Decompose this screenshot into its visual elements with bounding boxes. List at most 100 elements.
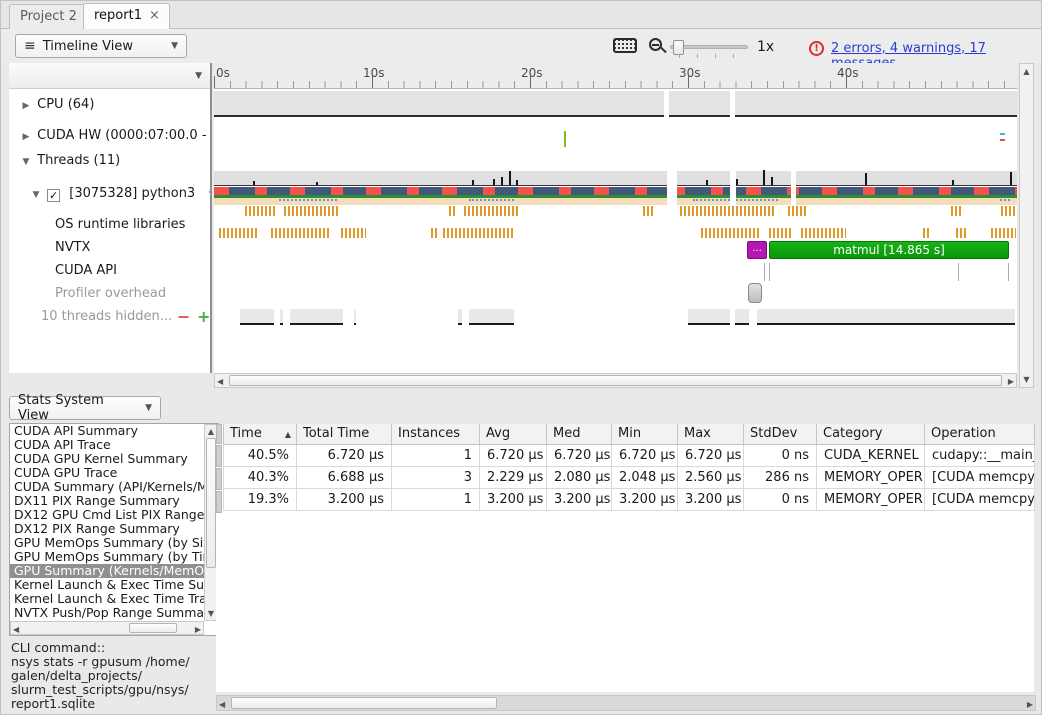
list-item[interactable]: CUDA API Summary [10, 424, 204, 438]
timeline-canvas[interactable]: 0s 10s 20s 30s 40s [214, 63, 1017, 373]
scroll-up-icon[interactable]: ▲ [1020, 67, 1033, 76]
column-header-min[interactable]: Min [612, 424, 678, 444]
timeline-horizontal-scrollbar[interactable]: ◀ ▶ [214, 373, 1017, 388]
zoom-slider-handle[interactable] [673, 40, 684, 55]
cell-stddev: 0 ns [744, 444, 817, 466]
column-header-stddev[interactable]: StdDev [744, 424, 817, 444]
gutter-cell [216, 468, 222, 490]
os-runtime-calls [219, 228, 259, 238]
chevron-down-icon: ▼ [195, 71, 202, 81]
os-runtime-calls [788, 206, 808, 216]
close-icon[interactable]: × [149, 8, 160, 23]
list-item-selected[interactable]: GPU Summary (Kernels/MemO [10, 564, 204, 578]
column-header-med[interactable]: Med [547, 424, 612, 444]
timeline-ruler[interactable]: 0s 10s 20s 30s 40s [214, 63, 1017, 89]
hidden-threads-activity [735, 309, 749, 325]
tree-row-cuda-api[interactable]: CUDA API [9, 260, 210, 282]
tree-row-os-runtime[interactable]: OS runtime libraries [9, 214, 210, 236]
stats-view-selector-dropdown[interactable]: Stats System View ▼ [9, 396, 161, 420]
scrollbar-thumb[interactable] [129, 623, 177, 633]
tree-row-cuda-hw-label: CUDA HW (0000:07:00.0 - NVI [37, 128, 210, 143]
table-row[interactable]: 40.5% 6.720 µs 1 6.720 µs 6.720 µs 6.720… [224, 444, 1035, 466]
tree-row-threads-label: Threads (11) [37, 153, 120, 168]
tree-row-cpu[interactable]: ▶ CPU (64) [9, 94, 210, 116]
slider-tick [679, 54, 680, 58]
os-runtime-calls [991, 228, 1016, 238]
list-item[interactable]: GPU MemOps Summary (by Tim [10, 550, 204, 564]
tree-row-nvtx[interactable]: NVTX [9, 237, 210, 259]
tree-row-threads[interactable]: ▼ Threads (11) [9, 150, 210, 172]
view-selector-dropdown[interactable]: ≡ Timeline View ▼ [15, 34, 187, 58]
column-header-operation[interactable]: Operation [925, 424, 1035, 444]
expanded-arrow-icon[interactable]: ▼ [19, 151, 33, 172]
tree-row-cuda-hw[interactable]: ▶ CUDA HW (0000:07:00.0 - NVI [9, 125, 210, 147]
expanded-arrow-icon[interactable]: ▼ [29, 184, 43, 205]
list-item[interactable]: CUDA Summary (API/Kernels/M [10, 480, 204, 494]
column-header-time[interactable]: Time▲ [224, 424, 297, 444]
scroll-down-icon[interactable]: ▼ [1020, 375, 1033, 384]
list-item[interactable]: DX11 PIX Range Summary [10, 494, 204, 508]
scroll-left-icon[interactable]: ◀ [217, 377, 223, 386]
collapsed-arrow-icon[interactable]: ▶ [19, 95, 33, 116]
scrollbar-thumb[interactable] [206, 438, 216, 568]
collapsed-arrow-icon[interactable]: ▶ [19, 126, 33, 147]
tree-row-profiler-overhead[interactable]: Profiler overhead [9, 283, 210, 305]
list-item[interactable]: CUDA API Trace [10, 438, 204, 452]
histogram-spike [771, 177, 773, 185]
scrollbar-thumb[interactable] [229, 375, 1002, 386]
list-item[interactable]: CUDA GPU Kernel Summary [10, 452, 204, 466]
column-header-avg[interactable]: Avg [480, 424, 547, 444]
nvtx-matmul-range[interactable]: matmul [14.865 s] [769, 241, 1009, 259]
cell-total-time: 3.200 µs [297, 488, 392, 510]
ruler-label: 30s [679, 66, 701, 80]
nvtx-matmul-label: matmul [14.865 s] [833, 243, 945, 257]
cell-avg: 6.720 µs [480, 444, 547, 466]
tab-bar: Project 2 × report1× [1, 1, 1041, 29]
tab-project2-label: Project 2 [20, 9, 77, 24]
chevron-down-icon[interactable]: ▼ [205, 184, 210, 205]
slider-tick [697, 54, 698, 58]
tree-row-hidden-threads[interactable]: 10 threads hidden... − + [9, 306, 210, 328]
table-row[interactable]: 19.3% 3.200 µs 1 3.200 µs 3.200 µs 3.200… [224, 488, 1035, 510]
cli-line: galen/delta_projects/ [11, 669, 211, 683]
nvtx-collapsed-range[interactable]: ... [747, 241, 767, 259]
thread-dotted-marks [469, 199, 514, 201]
zoom-out-button[interactable] [649, 38, 662, 55]
table-horizontal-scrollbar[interactable]: ◀ ▶ [216, 695, 1036, 711]
tree-header[interactable]: ▼ [9, 63, 210, 89]
list-item[interactable]: NVTX Push/Pop Range Summa [10, 606, 204, 620]
os-runtime-calls [951, 206, 963, 216]
keyboard-shortcuts-button[interactable] [613, 38, 637, 57]
list-item[interactable]: CUDA GPU Trace [10, 466, 204, 480]
tab-report1[interactable]: report1× [83, 3, 170, 29]
table-row[interactable]: 40.3% 6.688 µs 3 2.229 µs 2.080 µs 2.048… [224, 466, 1035, 488]
column-header-category[interactable]: Category [817, 424, 925, 444]
hidden-threads-activity [240, 309, 274, 325]
scrollbar-thumb[interactable] [231, 697, 497, 709]
list-item[interactable]: DX12 GPU Cmd List PIX Range [10, 508, 204, 522]
list-horizontal-scrollbar[interactable]: ◀ ▶ [10, 621, 204, 635]
thread-checkbox[interactable]: ✓ [47, 189, 60, 202]
list-item[interactable]: GPU MemOps Summary (by Siz [10, 536, 204, 550]
scroll-left-icon[interactable]: ◀ [219, 700, 225, 709]
list-item[interactable]: Kernel Launch & Exec Time Tra [10, 592, 204, 606]
scroll-right-icon[interactable]: ▶ [195, 625, 201, 634]
cuda-hw-memcpy-mark [1000, 139, 1005, 141]
profiler-overhead-range[interactable] [748, 283, 762, 303]
column-header-instances[interactable]: Instances [392, 424, 480, 444]
show-threads-plus-icon[interactable]: + [197, 306, 210, 328]
cell-stddev: 0 ns [744, 488, 817, 510]
scroll-left-icon[interactable]: ◀ [13, 625, 19, 634]
list-item[interactable]: DX12 PIX Range Summary [10, 522, 204, 536]
timeline-vertical-scrollbar[interactable]: ▲ ▼ [1019, 63, 1034, 388]
hide-threads-minus-icon[interactable]: − [177, 306, 190, 328]
cell-max: 3.200 µs [678, 488, 744, 510]
ruler-major-tick [214, 76, 215, 88]
tree-row-python-thread[interactable]: ▼ ✓ [3075328] python3 ▼ [9, 183, 210, 205]
column-header-max[interactable]: Max [678, 424, 744, 444]
list-item[interactable]: Kernel Launch & Exec Time Su [10, 578, 204, 592]
column-header-total-time[interactable]: Total Time [297, 424, 392, 444]
scroll-right-icon[interactable]: ▶ [1008, 377, 1014, 386]
scroll-right-icon[interactable]: ▶ [1027, 700, 1033, 709]
hidden-threads-activity [757, 309, 1015, 325]
